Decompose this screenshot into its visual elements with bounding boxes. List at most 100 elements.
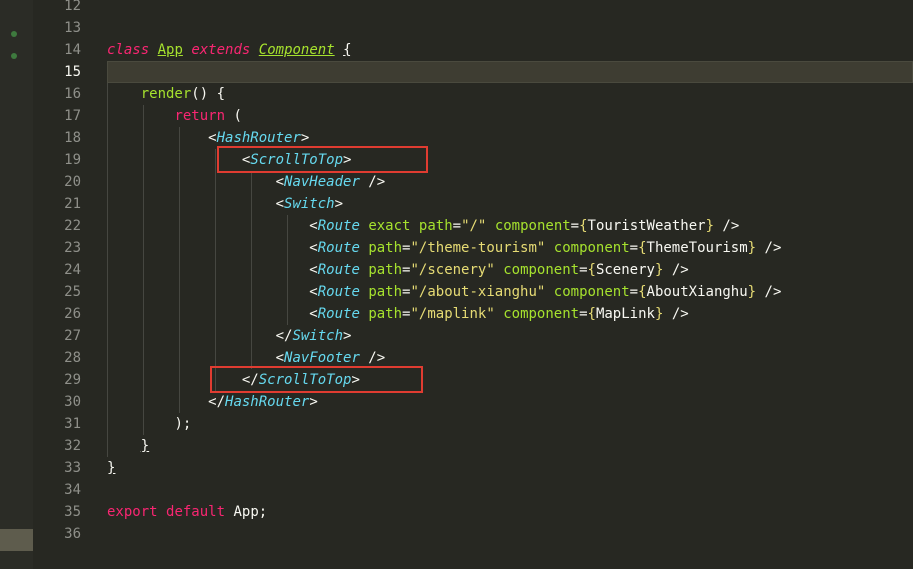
attr-equals: =: [629, 240, 639, 256]
line-number: 36: [64, 526, 81, 542]
tag-open: <: [309, 306, 318, 322]
self-close: />: [663, 262, 689, 278]
attr-component: component: [503, 306, 580, 322]
jsx-tag: Route: [317, 240, 360, 256]
method-name: render: [140, 86, 192, 102]
tag-open: <: [309, 262, 318, 278]
line-number: 16: [64, 86, 81, 102]
attr-exact: exact: [368, 218, 411, 234]
keyword-extends: extends: [191, 42, 251, 58]
close-brace: }: [747, 240, 757, 256]
code-line-16: render() {: [107, 83, 913, 105]
attr-component: component: [553, 240, 630, 256]
tag-close: />: [359, 350, 386, 366]
code-line-14: class App extends Component {: [107, 39, 913, 61]
attr-path: path: [418, 218, 453, 234]
component-ref: TouristWeather: [587, 218, 706, 234]
jsx-tag: Route: [317, 218, 360, 234]
return-paren: (: [225, 108, 242, 124]
line-number: 26: [64, 306, 81, 322]
path-string: "/": [461, 218, 487, 234]
export-name: App: [233, 504, 259, 520]
line-number: 19: [64, 152, 81, 168]
line-number: 15: [64, 64, 81, 80]
line-number: 35: [64, 504, 81, 520]
code-line-21: <Switch>: [107, 193, 913, 215]
highlight-box-line-19: [217, 146, 428, 173]
attr-equals: =: [579, 262, 588, 278]
line-number: 32: [64, 438, 81, 454]
line-number: 21: [64, 196, 81, 212]
semicolon: ;: [258, 504, 268, 520]
self-close: />: [663, 306, 689, 322]
self-close: />: [714, 218, 740, 234]
code-editor[interactable]: 12 13 14 15 16 17 18 19 20 21 22 23 24 25 26 27 28 29 30 31…: [0, 0, 913, 569]
tag-open: <: [309, 218, 318, 234]
line-number-gutter: 12 13 14 15 16 17 18 19 20 21 22 23 24 25 26 27 28 29 30 31…: [33, 0, 93, 569]
tag-open: <: [309, 240, 318, 256]
self-close: />: [756, 240, 782, 256]
jsx-tag: Switch: [284, 196, 335, 212]
component-ref: AboutXianghu: [646, 284, 748, 300]
parent-class-name: Component: [258, 42, 335, 58]
line-number: 23: [64, 240, 81, 256]
git-change-dot-icon: [11, 53, 17, 59]
line-number: 33: [64, 460, 81, 476]
attr-component: component: [494, 218, 571, 234]
tag-open: </: [208, 394, 226, 410]
open-brace: {: [587, 306, 596, 322]
tag-open: <: [208, 130, 217, 146]
keyword-class: class: [107, 42, 150, 58]
close-brace: }: [705, 218, 714, 234]
close-brace: }: [140, 438, 150, 454]
class-name: App: [157, 42, 183, 58]
code-line-23: <Route path="/theme-tourism" component={…: [107, 237, 913, 259]
line-number: 27: [64, 328, 81, 344]
self-close: />: [756, 284, 782, 300]
jsx-tag: NavFooter: [284, 350, 360, 366]
keyword-return: return: [174, 108, 226, 124]
code-line-17: return (: [107, 105, 913, 127]
code-line-27: </Switch>: [107, 325, 913, 347]
tag-open: <: [275, 196, 285, 212]
line-number: 17: [64, 108, 81, 124]
path-string: "/scenery": [410, 262, 495, 278]
line-number: 25: [64, 284, 81, 300]
tag-close: >: [300, 130, 310, 146]
line-number: 28: [64, 350, 81, 366]
scrollbar-thumb[interactable]: [0, 529, 33, 551]
line-number: 30: [64, 394, 81, 410]
attr-component: component: [503, 262, 580, 278]
attr-equals: =: [579, 306, 588, 322]
method-tail: () {: [191, 86, 226, 102]
attr-equals: =: [570, 218, 580, 234]
close-brace: }: [107, 460, 116, 476]
jsx-tag: Route: [317, 306, 360, 322]
component-ref: ThemeTourism: [646, 240, 748, 256]
close-brace: }: [747, 284, 757, 300]
path-string: "/about-xianghu": [410, 284, 546, 300]
line-number: 24: [64, 262, 81, 278]
attr-path: path: [368, 262, 403, 278]
tag-close: >: [343, 328, 352, 344]
code-line-20: <NavHeader />: [107, 171, 913, 193]
code-line-31: );: [107, 413, 913, 435]
open-brace: {: [638, 240, 647, 256]
tag-open: </: [275, 328, 293, 344]
keyword-export: export: [107, 504, 158, 520]
line-number: 12: [64, 0, 81, 14]
line-number: 13: [64, 20, 81, 36]
attr-equals: =: [629, 284, 639, 300]
line-number: 31: [64, 416, 81, 432]
path-string: "/theme-tourism": [410, 240, 546, 256]
open-brace: {: [579, 218, 588, 234]
keyword-default: default: [166, 504, 226, 520]
code-area[interactable]: class App extends Component { render() {…: [107, 0, 913, 569]
tag-close: >: [309, 394, 318, 410]
tag-close: >: [334, 196, 344, 212]
component-ref: Scenery: [595, 262, 655, 278]
tag-close: />: [359, 174, 386, 190]
component-ref: MapLink: [595, 306, 655, 322]
code-line-26: <Route path="/maplink" component={MapLin…: [107, 303, 913, 325]
jsx-tag: Switch: [292, 328, 344, 344]
